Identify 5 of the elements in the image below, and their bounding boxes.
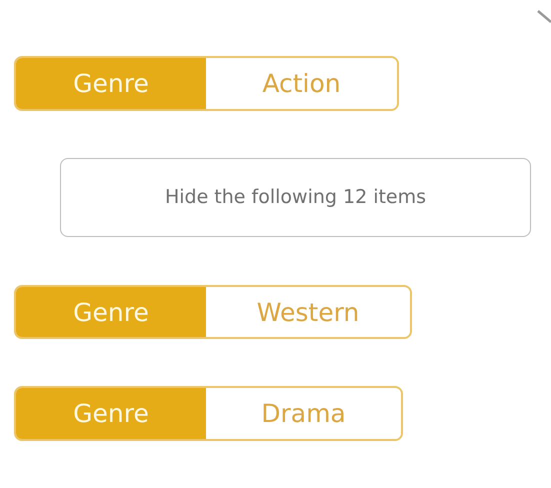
diagonal-line-icon — [537, 10, 551, 24]
tag-key: Genre — [16, 388, 206, 439]
tag-key: Genre — [16, 286, 206, 338]
hide-items-button[interactable]: Hide the following 12 items — [60, 158, 531, 237]
tag-key: Genre — [16, 58, 206, 109]
